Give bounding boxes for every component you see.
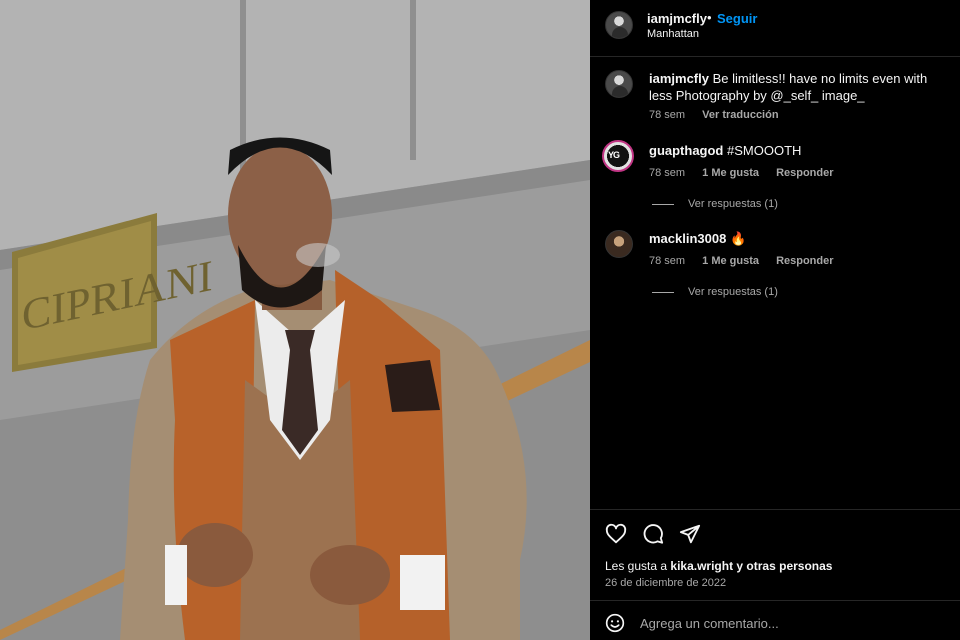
separator-dot: • bbox=[707, 10, 712, 25]
likes-user[interactable]: kika.wright bbox=[670, 559, 733, 573]
caption-username[interactable]: iamjmcfly bbox=[649, 71, 709, 86]
view-replies-label: Ver respuestas (1) bbox=[688, 198, 778, 210]
comment-body: #SMOOOTH bbox=[727, 143, 802, 158]
likes-suffix[interactable]: y otras personas bbox=[736, 559, 832, 573]
avatar-logo-text: YG bbox=[608, 150, 620, 160]
fire-emoji: 🔥 bbox=[729, 231, 747, 246]
photo-illustration: CIPRIANI bbox=[0, 0, 590, 640]
replies-line bbox=[652, 291, 674, 293]
comment-likes[interactable]: 1 Me gusta bbox=[702, 255, 759, 267]
replies-line bbox=[652, 203, 674, 205]
comment-meta: 78 sem 1 Me gusta Responder bbox=[649, 255, 848, 267]
follow-button[interactable]: Seguir bbox=[717, 11, 757, 26]
emoji-icon[interactable] bbox=[605, 613, 625, 633]
comment-likes[interactable]: 1 Me gusta bbox=[702, 167, 759, 179]
caption-text: iamjmcfly Be limitless!! have no limits … bbox=[649, 70, 949, 104]
location-link[interactable]: Manhattan bbox=[647, 28, 699, 40]
post-header: iamjmcfly • Seguir Manhattan bbox=[590, 0, 960, 57]
post-panel: iamjmcfly • Seguir Manhattan iamjmcfly B… bbox=[590, 0, 960, 640]
post-photo[interactable]: CIPRIANI bbox=[0, 0, 590, 640]
translate-link[interactable]: Ver traducción bbox=[702, 109, 778, 121]
share-icon[interactable] bbox=[679, 523, 701, 545]
add-comment-bar: Agrega un comentario... bbox=[590, 600, 960, 640]
reply-button[interactable]: Responder bbox=[776, 255, 833, 267]
likes-prefix: Les gusta a bbox=[605, 559, 668, 573]
comment-time[interactable]: 78 sem bbox=[649, 255, 685, 267]
post-date[interactable]: 26 de diciembre de 2022 bbox=[605, 577, 726, 589]
action-icons bbox=[605, 523, 701, 545]
author-username[interactable]: iamjmcfly bbox=[647, 11, 707, 26]
comment-avatar[interactable]: YG bbox=[602, 140, 634, 172]
comment-username[interactable]: guapthagod bbox=[649, 143, 723, 158]
comment-meta: 78 sem 1 Me gusta Responder bbox=[649, 167, 848, 179]
comment-input[interactable]: Agrega un comentario... bbox=[640, 616, 779, 631]
view-replies-button[interactable]: Ver respuestas (1) bbox=[652, 198, 778, 210]
caption-avatar[interactable] bbox=[605, 70, 633, 98]
comment-avatar[interactable] bbox=[605, 230, 633, 258]
likes-summary: Les gusta a kika.wright y otras personas bbox=[605, 559, 832, 573]
reply-button[interactable]: Responder bbox=[776, 167, 833, 179]
comment-icon[interactable] bbox=[642, 523, 664, 545]
view-replies-label: Ver respuestas (1) bbox=[688, 286, 778, 298]
comment-username[interactable]: macklin3008 bbox=[649, 231, 726, 246]
post-actions: Les gusta a kika.wright y otras personas… bbox=[590, 509, 960, 600]
caption-time[interactable]: 78 sem bbox=[649, 109, 685, 121]
comment-text: macklin3008 🔥 bbox=[649, 230, 949, 247]
heart-icon[interactable] bbox=[605, 523, 627, 545]
comment-text: guapthagod #SMOOOTH bbox=[649, 142, 949, 159]
comment-time[interactable]: 78 sem bbox=[649, 167, 685, 179]
caption-meta: 78 sem Ver traducción bbox=[649, 109, 793, 121]
view-replies-button[interactable]: Ver respuestas (1) bbox=[652, 286, 778, 298]
author-avatar[interactable] bbox=[605, 11, 633, 39]
